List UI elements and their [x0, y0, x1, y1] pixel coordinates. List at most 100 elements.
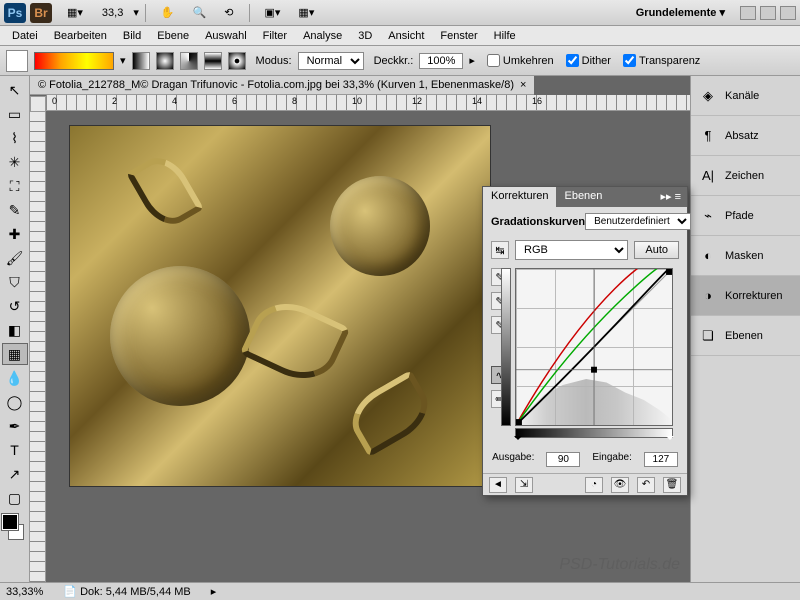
panel-collapse-button[interactable]: ▸▸ ≡: [654, 187, 687, 207]
app-titlebar: Ps Br ▦▾ 33,3▾ ✋ 🔍 ⟲ ▣▾ ▦▾ Grundelemente…: [0, 0, 800, 26]
gradient-radial-button[interactable]: [156, 52, 174, 70]
delete-adjustment-button[interactable]: 🗑: [663, 477, 681, 493]
panel-character[interactable]: A|Zeichen: [691, 156, 800, 196]
expand-view-button[interactable]: ⇲: [515, 477, 533, 493]
shape-tool[interactable]: ▢: [2, 487, 28, 509]
output-input[interactable]: [546, 452, 580, 467]
arrange-docs-button[interactable]: ▦▾: [291, 3, 321, 22]
curves-grid[interactable]: [515, 268, 673, 426]
history-brush-tool[interactable]: ↺: [2, 295, 28, 317]
view-extras-button[interactable]: ▦▾: [60, 3, 90, 22]
menu-analysis[interactable]: Analyse: [295, 28, 350, 44]
panel-paths[interactable]: ⌁Pfade: [691, 196, 800, 236]
path-select-tool[interactable]: ↗: [2, 463, 28, 485]
watermark: PSD-Tutorials.de: [559, 556, 680, 574]
panel-masks[interactable]: ◐Masken: [691, 236, 800, 276]
clip-to-layer-button[interactable]: ◔: [585, 477, 603, 493]
menu-select[interactable]: Auswahl: [197, 28, 255, 44]
layers-icon: ❏: [699, 328, 717, 344]
eyedropper-tool[interactable]: ✎: [2, 199, 28, 221]
blend-mode-select[interactable]: Normal: [298, 52, 364, 70]
menu-view[interactable]: Ansicht: [380, 28, 432, 44]
gradient-diamond-button[interactable]: [228, 52, 246, 70]
white-slider[interactable]: [666, 436, 674, 444]
opacity-input[interactable]: [419, 53, 463, 69]
dodge-tool[interactable]: ◯: [2, 391, 28, 413]
black-slider[interactable]: [514, 436, 522, 444]
panel-layers[interactable]: ❏Ebenen: [691, 316, 800, 356]
on-image-tool[interactable]: ↹: [491, 241, 509, 259]
adjustments-tab[interactable]: Korrekturen: [483, 187, 556, 207]
menu-edit[interactable]: Bearbeiten: [46, 28, 115, 44]
input-label: Eingabe:: [592, 452, 631, 467]
gradient-preview[interactable]: [34, 52, 114, 70]
curves-preset-select[interactable]: Benutzerdefiniert: [585, 213, 691, 230]
close-tab-icon[interactable]: ×: [520, 79, 526, 91]
menu-filter[interactable]: Filter: [255, 28, 295, 44]
curves-panel: Korrekturen Ebenen ▸▸ ≡ Gradationskurven…: [482, 186, 688, 496]
maximize-button[interactable]: [760, 6, 776, 20]
lasso-tool[interactable]: ⌇: [2, 127, 28, 149]
channel-select[interactable]: RGB: [515, 240, 628, 260]
dither-checkbox[interactable]: Dither: [566, 54, 611, 67]
character-icon: A|: [699, 168, 717, 184]
reverse-checkbox[interactable]: Umkehren: [487, 54, 554, 67]
rotate-view-shortcut[interactable]: ⟲: [217, 3, 240, 22]
marquee-tool[interactable]: ▭: [2, 103, 28, 125]
gradient-tool-icon[interactable]: [6, 50, 28, 72]
menu-image[interactable]: Bild: [115, 28, 149, 44]
stamp-tool[interactable]: ⛉: [2, 271, 28, 293]
gradient-angle-button[interactable]: [180, 52, 198, 70]
crop-tool[interactable]: ⛶: [2, 175, 28, 197]
curves-title: Gradationskurven: [491, 216, 585, 228]
zoom-tool-shortcut[interactable]: 🔍: [186, 3, 214, 22]
gradient-reflected-button[interactable]: [204, 52, 222, 70]
healing-tool[interactable]: ✚: [2, 223, 28, 245]
bridge-logo[interactable]: Br: [30, 3, 52, 23]
horizontal-ruler[interactable]: 0 2 4 6 8 10 12 14 16: [46, 95, 690, 111]
pen-tool[interactable]: ✒: [2, 415, 28, 437]
screen-mode-button[interactable]: ▣▾: [258, 3, 288, 22]
menu-3d[interactable]: 3D: [350, 28, 380, 44]
workspace-selector[interactable]: Grundelemente ▾: [627, 3, 734, 22]
hand-tool-shortcut[interactable]: ✋: [154, 3, 182, 22]
panel-paragraph[interactable]: ¶Absatz: [691, 116, 800, 156]
color-swatches[interactable]: [0, 514, 26, 540]
close-button[interactable]: [780, 6, 796, 20]
gradient-linear-button[interactable]: [132, 52, 150, 70]
transparency-checkbox[interactable]: Transparenz: [623, 54, 700, 67]
status-zoom[interactable]: 33,33%: [6, 586, 43, 598]
minimize-button[interactable]: [740, 6, 756, 20]
layers-tab[interactable]: Ebenen: [556, 187, 610, 207]
quick-select-tool[interactable]: ✳: [2, 151, 28, 173]
foreground-swatch[interactable]: [2, 514, 18, 530]
curve-lines[interactable]: [516, 269, 672, 425]
menu-window[interactable]: Fenster: [432, 28, 485, 44]
menu-file[interactable]: Datei: [4, 28, 46, 44]
panel-channels[interactable]: ◈Kanäle: [691, 76, 800, 116]
canvas-image[interactable]: [70, 126, 490, 486]
auto-button[interactable]: Auto: [634, 241, 679, 259]
brush-tool[interactable]: 🖌: [2, 247, 28, 269]
toggle-visibility-button[interactable]: 👁: [611, 477, 629, 493]
document-tab[interactable]: © Fotolia_212788_M© Dragan Trifunovic - …: [30, 76, 534, 95]
ruler-origin[interactable]: [30, 96, 46, 112]
vertical-ruler[interactable]: [30, 112, 46, 582]
adjustments-icon: ◑: [699, 288, 717, 304]
paths-icon: ⌁: [699, 208, 717, 224]
photoshop-logo: Ps: [4, 3, 26, 23]
menu-help[interactable]: Hilfe: [486, 28, 524, 44]
move-tool[interactable]: ↖: [2, 79, 28, 101]
input-gradient-strip[interactable]: [515, 428, 673, 438]
blur-tool[interactable]: 💧: [2, 367, 28, 389]
type-tool[interactable]: T: [2, 439, 28, 461]
zoom-percentage[interactable]: 33,3: [102, 7, 123, 19]
eraser-tool[interactable]: ◧: [2, 319, 28, 341]
reset-button[interactable]: ↶: [637, 477, 655, 493]
menu-layer[interactable]: Ebene: [149, 28, 197, 44]
input-input[interactable]: [644, 452, 678, 467]
status-doc-size[interactable]: 📄 Dok: 5,44 MB/5,44 MB: [63, 585, 190, 598]
panel-adjustments[interactable]: ◑Korrekturen: [691, 276, 800, 316]
return-to-list-button[interactable]: ◄: [489, 477, 507, 493]
gradient-tool[interactable]: ▦: [2, 343, 28, 365]
